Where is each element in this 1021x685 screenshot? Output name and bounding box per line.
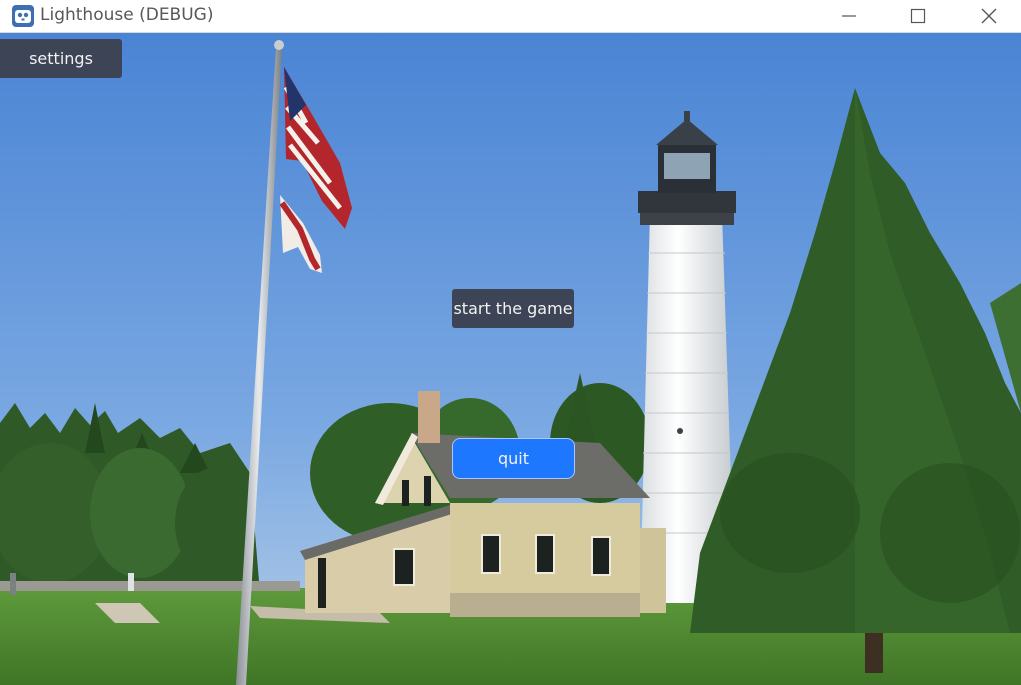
- close-icon: [981, 8, 997, 24]
- maximize-icon: [910, 8, 926, 24]
- lighthouse-background-image: [0, 33, 1021, 685]
- window-titlebar: Lighthouse (DEBUG): [0, 0, 1021, 33]
- start-game-button[interactable]: start the game: [452, 289, 574, 328]
- minimize-button[interactable]: [820, 0, 878, 33]
- minimize-icon: [842, 15, 856, 17]
- godot-engine-icon: [12, 5, 34, 27]
- quit-button[interactable]: quit: [452, 438, 575, 479]
- maximize-button[interactable]: [889, 0, 947, 33]
- window-title: Lighthouse (DEBUG): [40, 5, 214, 25]
- close-button[interactable]: [960, 0, 1018, 33]
- game-viewport[interactable]: settings start the game quit: [0, 33, 1021, 685]
- settings-button[interactable]: settings: [0, 39, 122, 78]
